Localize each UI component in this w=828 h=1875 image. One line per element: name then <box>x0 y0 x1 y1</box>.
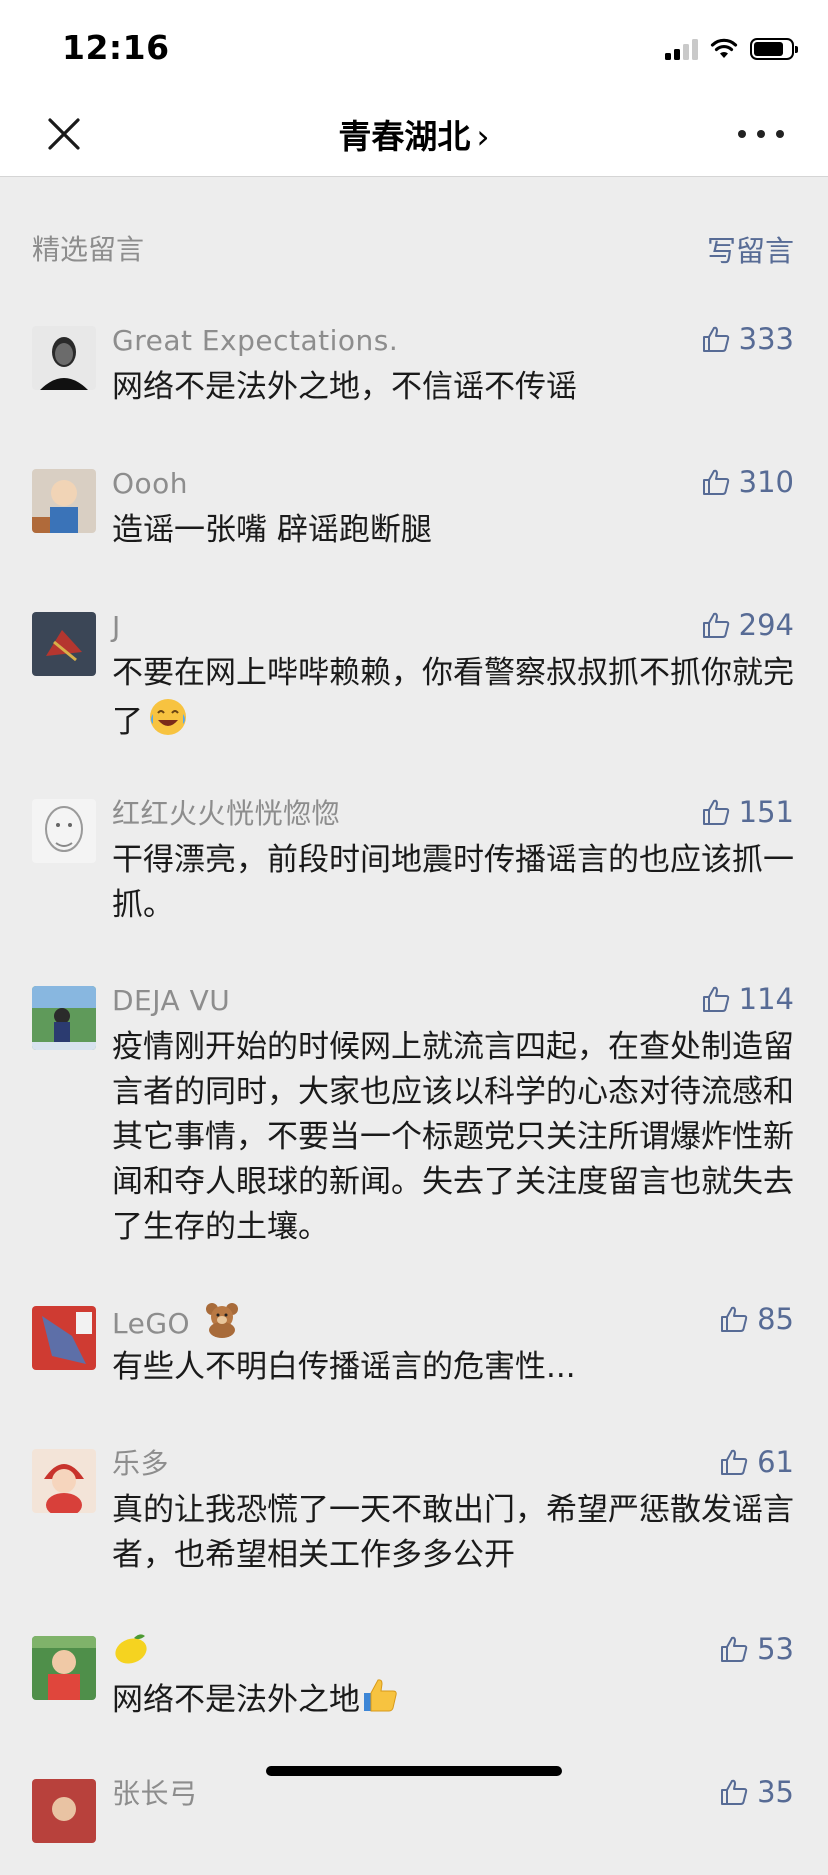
avatar[interactable] <box>32 469 96 533</box>
like-count: 310 <box>738 465 794 499</box>
like-button[interactable]: 114 <box>701 982 794 1016</box>
like-count: 294 <box>738 608 794 642</box>
comment-author: LeGO <box>112 1302 794 1340</box>
write-comment-link[interactable]: 写留言 <box>707 228 794 270</box>
teddy-bear-icon <box>203 1302 241 1348</box>
thumbs-up-icon <box>702 612 729 638</box>
comment-item: J 不要在网上哔哔赖赖，你看警察叔叔抓不抓你就完了 294 <box>0 608 828 795</box>
chevron-right-icon: › <box>476 117 490 156</box>
like-button[interactable]: 294 <box>701 608 794 642</box>
like-count: 114 <box>738 982 794 1016</box>
lemon-icon <box>112 1632 150 1676</box>
avatar[interactable] <box>32 1449 96 1513</box>
status-time: 12:16 <box>62 28 170 67</box>
like-button[interactable]: 61 <box>719 1445 794 1479</box>
comment-author-name: LeGO <box>112 1307 191 1340</box>
status-icons <box>665 36 798 62</box>
avatar[interactable] <box>32 1306 96 1370</box>
comment-author: Great Expectations. <box>112 324 399 357</box>
cellular-signal-icon <box>665 38 698 60</box>
comment-author <box>112 1632 794 1670</box>
like-button[interactable]: 151 <box>701 795 794 829</box>
comment-item: 张长弓 35 <box>0 1775 828 1875</box>
thumbs-up-icon <box>721 1636 748 1662</box>
account-title: 青春湖北 <box>338 117 471 156</box>
thumbs-up-icon <box>721 1779 748 1805</box>
like-count: 35 <box>757 1775 794 1809</box>
featured-comments-header: 精选留言 写留言 <box>32 228 794 268</box>
like-button[interactable]: 53 <box>719 1632 794 1666</box>
comment-text: 不要在网上哔哔赖赖，你看警察叔叔抓不抓你就完了 <box>112 651 794 751</box>
avatar[interactable] <box>32 1779 96 1843</box>
like-count: 53 <box>757 1632 794 1666</box>
like-button[interactable]: 310 <box>701 465 794 499</box>
thumbs-up-icon <box>721 1449 748 1475</box>
comment-author: DEJA VU <box>112 984 231 1017</box>
thumbs-up-icon <box>702 469 729 495</box>
wifi-icon <box>710 38 738 58</box>
comment-text: 干得漂亮，前段时间地震时传播谣言的也应该抓一抓。 <box>112 842 794 923</box>
comment-text: 造谣一张嘴 辟谣跑断腿 <box>112 512 432 548</box>
like-button[interactable]: 333 <box>701 322 794 356</box>
avatar[interactable] <box>32 1636 96 1700</box>
like-count: 85 <box>757 1302 794 1336</box>
comment-author: J <box>112 610 121 643</box>
comment-text-content: 网络不是法外之地 <box>112 1682 360 1718</box>
comment-author: Oooh <box>112 467 189 500</box>
comment-author: 乐多 <box>112 1447 170 1480</box>
comment-text: 网络不是法外之地 <box>112 1675 794 1728</box>
comment-text: 疫情刚开始的时候网上就流言四起，在查处制造留言者的同时，大家也应该以科学的心态对… <box>112 1029 794 1245</box>
thumbs-up-icon <box>702 326 729 352</box>
comment-item: 乐多 真的让我恐慌了一天不敢出门，希望严惩散发谣言者，也希望相关工作多多公开 6… <box>0 1445 828 1632</box>
comment-author: 红红火火恍恍惚惚 <box>112 797 341 830</box>
comment-item: LeGO 有些人不明白传播谣言的危害性... 85 <box>0 1302 828 1445</box>
more-options-button[interactable] <box>738 116 784 152</box>
like-button[interactable]: 85 <box>719 1302 794 1336</box>
like-count: 151 <box>738 795 794 829</box>
thumbs-up-icon <box>721 1306 748 1332</box>
battery-level <box>754 42 783 56</box>
nav-bar: 青春湖北 › <box>0 88 828 177</box>
home-indicator[interactable] <box>266 1766 562 1776</box>
comment-item: 红红火火恍恍惚惚 干得漂亮，前段时间地震时传播谣言的也应该抓一抓。 151 <box>0 795 828 982</box>
thumbs-up-icon <box>702 986 729 1012</box>
face-with-tears-of-joy-icon <box>147 696 189 751</box>
comment-item: DEJA VU 疫情刚开始的时候网上就流言四起，在查处制造留言者的同时，大家也应… <box>0 982 828 1302</box>
avatar[interactable] <box>32 799 96 863</box>
account-title-link[interactable]: 青春湖北 › <box>0 110 828 158</box>
comment-text: 真的让我恐慌了一天不敢出门，希望严惩散发谣言者，也希望相关工作多多公开 <box>112 1492 794 1573</box>
more-dot-icon <box>738 130 746 138</box>
comment-item: Great Expectations. 网络不是法外之地，不信谣不传谣 333 <box>0 322 828 465</box>
status-bar: 12:16 <box>0 0 828 88</box>
comment-item: 网络不是法外之地 53 <box>0 1632 828 1775</box>
comment-text: 网络不是法外之地，不信谣不传谣 <box>112 369 577 405</box>
more-dot-icon <box>776 130 784 138</box>
comment-list: Great Expectations. 网络不是法外之地，不信谣不传谣 333 … <box>0 322 828 1875</box>
avatar[interactable] <box>32 612 96 676</box>
more-dot-icon <box>757 130 765 138</box>
avatar[interactable] <box>32 326 96 390</box>
battery-icon <box>750 38 798 60</box>
comment-author: 张长弓 <box>112 1777 198 1810</box>
comment-text: 有些人不明白传播谣言的危害性... <box>112 1349 576 1385</box>
thumbs-up-emoji-icon <box>360 1675 400 1728</box>
thumbs-up-icon <box>702 799 729 825</box>
comment-text-content: 不要在网上哔哔赖赖，你看警察叔叔抓不抓你就完了 <box>112 655 794 740</box>
section-title: 精选留言 <box>32 233 145 266</box>
like-button[interactable]: 35 <box>719 1775 794 1809</box>
like-count: 333 <box>738 322 794 356</box>
comment-item: Oooh 造谣一张嘴 辟谣跑断腿 310 <box>0 465 828 608</box>
avatar[interactable] <box>32 986 96 1050</box>
like-count: 61 <box>757 1445 794 1479</box>
